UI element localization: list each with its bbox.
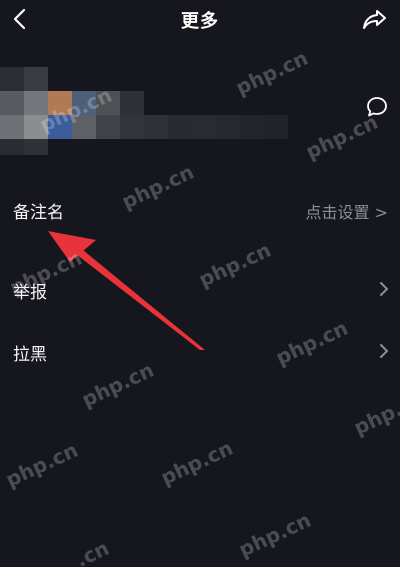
page-title: 更多 [181,11,219,32]
more-settings-screen: 更多 备注名 点击设置 > 举报 拉黑 php.cn php.cn php.cn… [0,0,400,567]
profile-header [0,55,400,165]
chevron-right-icon [380,344,388,358]
report-row[interactable]: 举报 [0,264,400,316]
watermark: php.cn [2,437,82,492]
watermark: php.cn [157,435,237,490]
remark-name-row[interactable]: 备注名 点击设置 > [0,184,400,236]
watermark: .cn [72,535,113,567]
block-row[interactable]: 拉黑 [0,326,400,378]
remark-name-label: 备注名 [13,203,64,223]
block-label: 拉黑 [13,345,47,365]
watermark: php.cn [350,385,400,440]
remark-name-value: 点击设置 > [305,203,389,222]
report-label: 举报 [13,283,47,303]
watermark: php.cn [235,507,315,562]
pixelated-avatar-and-name [0,67,330,155]
chat-bubble-icon[interactable] [366,96,388,118]
share-arrow-icon[interactable] [362,7,388,31]
top-nav-bar: 更多 [0,0,400,40]
chevron-right-icon [380,282,388,296]
